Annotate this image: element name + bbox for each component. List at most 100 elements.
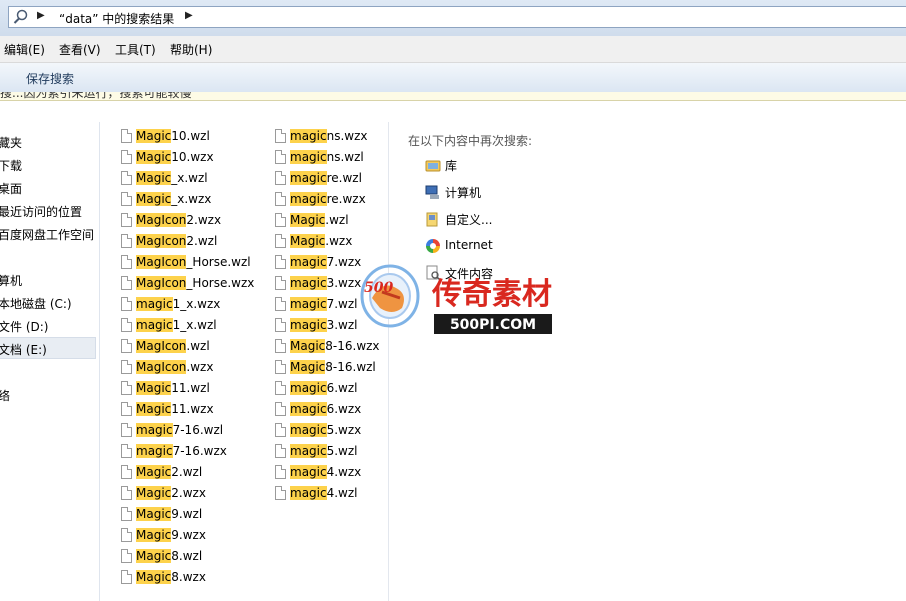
- search-match-highlight: magic: [290, 129, 327, 143]
- file-icon: [121, 465, 132, 479]
- search-option-label: 自定义...: [445, 213, 493, 227]
- search-match-highlight: magic: [136, 297, 173, 311]
- file-icon: [121, 297, 132, 311]
- 500pi-logo-icon: 500 500PI.COM 传奇素材: [360, 264, 552, 334]
- file-name-rest: 6.wzl: [326, 381, 358, 395]
- file-icon: [121, 318, 132, 332]
- navigation-pane: 藏夹 下载 桌面 最近访问的位置 百度网盘工作空间 算机 本地磁盘 (C:) 文…: [0, 122, 100, 601]
- file-icon: [121, 423, 132, 437]
- file-name: magic7.wzl: [290, 297, 358, 311]
- file-name: magic5.wzx: [290, 423, 361, 437]
- breadcrumb-arrow-icon[interactable]: ▶: [37, 10, 45, 21]
- nav-item-drive-d[interactable]: 文件 (D:): [0, 318, 48, 335]
- computer-icon: [425, 185, 439, 199]
- nav-item-favorites[interactable]: 藏夹: [0, 134, 22, 151]
- file-icon: [275, 318, 286, 332]
- search-option-label: 计算机: [445, 186, 482, 200]
- nav-item-drive-c[interactable]: 本地磁盘 (C:): [0, 295, 72, 312]
- file-icon: [275, 465, 286, 479]
- file-name-rest: 2.wzl: [186, 234, 218, 248]
- nav-item-desktop[interactable]: 桌面: [0, 180, 22, 197]
- file-name: magic4.wzx: [290, 465, 361, 479]
- file-name: Magic8-16.wzl: [290, 360, 376, 374]
- nav-item-drive-e[interactable]: 文档 (E:): [0, 337, 96, 359]
- nav-item-computer[interactable]: 算机: [0, 272, 22, 289]
- file-name-rest: 2.wzl: [171, 465, 203, 479]
- custom-folder-icon: [426, 212, 438, 227]
- search-match-highlight: Magic: [136, 507, 172, 521]
- address-box[interactable]: ▶ “data” 中的搜索结果 ▶: [8, 6, 906, 28]
- file-name: magic6.wzx: [290, 402, 361, 416]
- menu-view[interactable]: 查看(V): [59, 41, 101, 58]
- file-name-rest: 9.wzl: [171, 507, 203, 521]
- menu-bar: 编辑(E) 查看(V) 工具(T) 帮助(H): [0, 36, 906, 63]
- search-match-highlight: Magic: [290, 360, 326, 374]
- file-name-rest: .wzl: [325, 213, 349, 227]
- file-name-rest: 7-16.wzx: [172, 444, 227, 458]
- file-name: Magic11.wzl: [136, 381, 210, 395]
- nav-item-downloads[interactable]: 下载: [0, 157, 22, 174]
- file-icon: [121, 549, 132, 563]
- file-name: magicre.wzl: [290, 171, 362, 185]
- info-bar[interactable]: 搜...因为索引未运行，搜索可能较慢: [0, 92, 906, 101]
- search-match-highlight: MagIcon: [136, 276, 187, 290]
- search-match-highlight: magic: [136, 423, 173, 437]
- watermark-title: 传奇素材: [431, 277, 552, 312]
- file-icon: [275, 171, 286, 185]
- file-icon: [121, 213, 132, 227]
- file-name-rest: _x.wzl: [171, 171, 208, 185]
- file-name-rest: _Horse.wzl: [186, 255, 251, 269]
- file-name: Magic8-16.wzx: [290, 339, 380, 353]
- breadcrumb-arrow-icon[interactable]: ▶: [185, 10, 193, 21]
- search-match-highlight: magic: [290, 297, 327, 311]
- file-icon: [121, 444, 132, 458]
- search-option-label: Internet: [445, 238, 493, 252]
- nav-item-label: 文档 (E:): [0, 343, 47, 357]
- file-name: MagIcon.wzl: [136, 339, 210, 353]
- file-icon: [121, 360, 132, 374]
- search-match-highlight: Magic: [290, 213, 326, 227]
- file-name-rest: 2.wzx: [186, 213, 222, 227]
- file-name-rest: .wzx: [325, 234, 353, 248]
- search-match-highlight: Magic: [136, 549, 172, 563]
- file-icon: [275, 129, 286, 143]
- file-icon: [275, 423, 286, 437]
- file-name-rest: re.wzl: [326, 171, 362, 185]
- file-name-rest: 8-16.wzl: [325, 360, 376, 374]
- file-name: MagIcon.wzx: [136, 360, 213, 374]
- file-name-rest: .wzx: [186, 360, 214, 374]
- search-match-highlight: Magic: [136, 171, 172, 185]
- file-name: MagIcon_Horse.wzl: [136, 255, 251, 269]
- file-name: MagIcon2.wzx: [136, 213, 221, 227]
- search-match-highlight: magic: [290, 150, 327, 164]
- file-name-rest: 5.wzx: [326, 423, 362, 437]
- file-name-rest: ns.wzx: [326, 129, 368, 143]
- search-match-highlight: Magic: [290, 339, 326, 353]
- save-search-button[interactable]: 保存搜索: [26, 70, 74, 87]
- menu-tools[interactable]: 工具(T): [115, 41, 156, 58]
- file-icon: [275, 339, 286, 353]
- watermark: 500 500PI.COM 传奇素材: [356, 262, 556, 334]
- nav-item-baidu-netdisk[interactable]: 百度网盘工作空间: [0, 226, 94, 243]
- file-name: magicre.wzx: [290, 192, 366, 206]
- file-name: Magic.wzl: [290, 213, 349, 227]
- address-path[interactable]: “data” 中的搜索结果: [59, 10, 174, 27]
- file-name-rest: _x.wzx: [171, 192, 212, 206]
- menu-edit[interactable]: 编辑(E): [4, 41, 45, 58]
- file-name: Magic_x.wzl: [136, 171, 208, 185]
- file-icon: [275, 444, 286, 458]
- nav-item-recent-places[interactable]: 最近访问的位置: [0, 203, 82, 220]
- file-icon: [275, 150, 286, 164]
- address-bar: ▶ “data” 中的搜索结果 ▶: [0, 0, 906, 36]
- search-match-highlight: MagIcon: [136, 255, 187, 269]
- file-name: MagIcon_Horse.wzx: [136, 276, 254, 290]
- file-icon: [121, 486, 132, 500]
- file-name: magicns.wzx: [290, 129, 367, 143]
- file-name: magic7.wzx: [290, 255, 361, 269]
- search-match-highlight: magic: [290, 192, 327, 206]
- svg-text:500: 500: [364, 280, 393, 296]
- nav-item-network[interactable]: 络: [0, 387, 10, 404]
- file-name-rest: 10.wzl: [171, 129, 210, 143]
- search-match-highlight: magic: [290, 318, 327, 332]
- menu-help[interactable]: 帮助(H): [170, 41, 212, 58]
